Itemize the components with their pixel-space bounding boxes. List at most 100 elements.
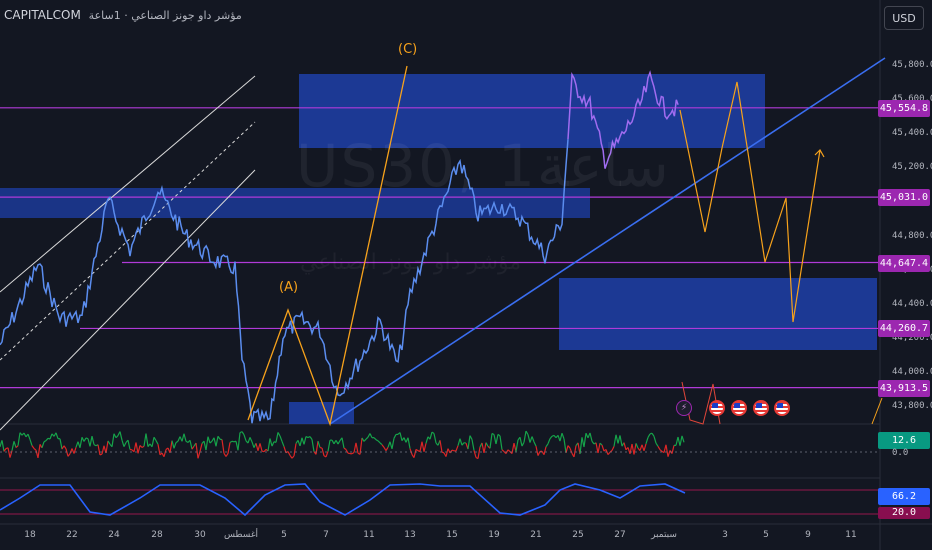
rsi-segment (137, 445, 141, 454)
rsi-segment (467, 435, 471, 450)
rsi-segment (569, 447, 573, 454)
rsi-segment (163, 449, 167, 457)
rsi-segment (635, 443, 639, 449)
rsi-segment (205, 436, 209, 451)
rsi-segment (351, 451, 355, 455)
us-flag-icon[interactable] (774, 400, 790, 416)
rsi-segment (607, 451, 611, 455)
rsi-segment (657, 445, 661, 450)
time-tick-label: أغسطس (223, 530, 259, 540)
rsi-segment (45, 437, 49, 442)
rsi-segment (591, 440, 595, 445)
rsi-segment (247, 437, 251, 444)
price-tick-label: 44,400.0 (892, 298, 932, 309)
rsi-segment (157, 444, 161, 455)
time-tick-label: 24 (108, 530, 120, 540)
rsi-segment (249, 437, 253, 443)
price-tick-label: 45,200.0 (892, 162, 932, 173)
rsi-segment (291, 455, 295, 459)
rsi-segment (199, 443, 203, 452)
flash-icon[interactable]: ⚡ (676, 400, 692, 416)
rsi-segment (507, 449, 511, 452)
rsi-segment (425, 436, 429, 444)
time-tick-label: 7 (323, 530, 329, 540)
zone-rectangle (559, 278, 877, 350)
rsi-segment (259, 443, 263, 452)
rsi-segment (15, 445, 19, 448)
rsi-segment (17, 432, 21, 446)
rsi-segment (441, 451, 445, 454)
rsi-segment (7, 447, 11, 458)
rsi-segment (613, 434, 617, 447)
rsi-segment (665, 444, 669, 457)
rsi-segment (267, 438, 271, 452)
price-chart[interactable] (0, 0, 932, 550)
rsi-segment (269, 438, 273, 447)
rsi-segment (337, 440, 341, 445)
rsi-segment (653, 436, 657, 444)
rsi-segment (231, 440, 235, 443)
us-flag-icon[interactable] (731, 400, 747, 416)
rsi-segment (377, 440, 381, 444)
time-tick-label: 11 (363, 530, 375, 540)
rsi-segment (309, 436, 313, 440)
rsi-segment (217, 435, 221, 440)
rsi-segment (11, 441, 15, 451)
time-tick-label: 27 (614, 530, 626, 540)
rsi-segment (449, 449, 453, 454)
rsi-segment (197, 451, 201, 459)
rsi-segment (643, 443, 647, 451)
oscillator-line (0, 483, 686, 517)
rsi-segment (155, 440, 159, 445)
chart-header: CAPITALCOM مؤشر داو جونز الصناعي · 1ساعة (4, 8, 242, 22)
price-tick-label: 45,800.0 (892, 60, 932, 70)
rsi-segment (381, 444, 385, 448)
rsi-segment (535, 446, 539, 456)
rsi-segment (67, 453, 71, 457)
time-tick-label: 9 (805, 530, 811, 540)
time-tick-label: 13 (404, 530, 416, 540)
rsi-segment (619, 435, 623, 447)
rsi-segment (311, 439, 315, 452)
symbol-label[interactable]: CAPITALCOM (4, 8, 81, 22)
rsi-segment (533, 441, 537, 447)
rsi-segment (477, 447, 481, 459)
rsi-segment (93, 444, 97, 447)
us-flag-icon[interactable] (753, 400, 769, 416)
time-tick-label: 25 (572, 530, 584, 540)
rsi-segment (299, 437, 303, 447)
rsi-segment (393, 434, 397, 439)
wave-label-c: (C) (398, 42, 418, 57)
time-tick-label: 28 (151, 530, 163, 540)
rsi-segment (429, 431, 433, 440)
rsi-segment (225, 453, 229, 457)
rsi-segment (369, 433, 373, 438)
chart-stage[interactable]: US30, 1ساعة مؤشر داو جونز الصناعي CAPITA… (0, 0, 932, 550)
rsi-segment (49, 433, 53, 440)
rsi-segment (363, 438, 367, 442)
time-tick-label: 30 (194, 530, 206, 540)
currency-button[interactable]: USD (884, 6, 924, 30)
time-tick-label: 19 (488, 530, 500, 540)
us-flag-icon[interactable] (709, 400, 725, 416)
rsi-segment (65, 448, 69, 457)
rsi-segment (681, 435, 685, 443)
rsi-segment (547, 438, 551, 444)
rsi-segment (121, 440, 125, 447)
rsi-segment (523, 430, 527, 443)
rsi-segment (85, 437, 89, 440)
rsi-segment (483, 442, 487, 454)
rsi-segment (151, 437, 155, 447)
rsi-segment (531, 436, 535, 443)
rsi-segment (31, 445, 35, 449)
rsi-segment (55, 432, 59, 439)
rsi-segment (655, 442, 659, 447)
rsi-segment (537, 451, 541, 456)
rsi-segment (127, 440, 131, 450)
rsi-segment (227, 442, 231, 454)
price-tick-label: 43,800.0 (892, 401, 932, 411)
time-tick-label: 5 (763, 530, 769, 540)
rsi-segment (601, 444, 605, 452)
rsi-segment (651, 432, 655, 437)
rsi-segment (183, 433, 187, 442)
